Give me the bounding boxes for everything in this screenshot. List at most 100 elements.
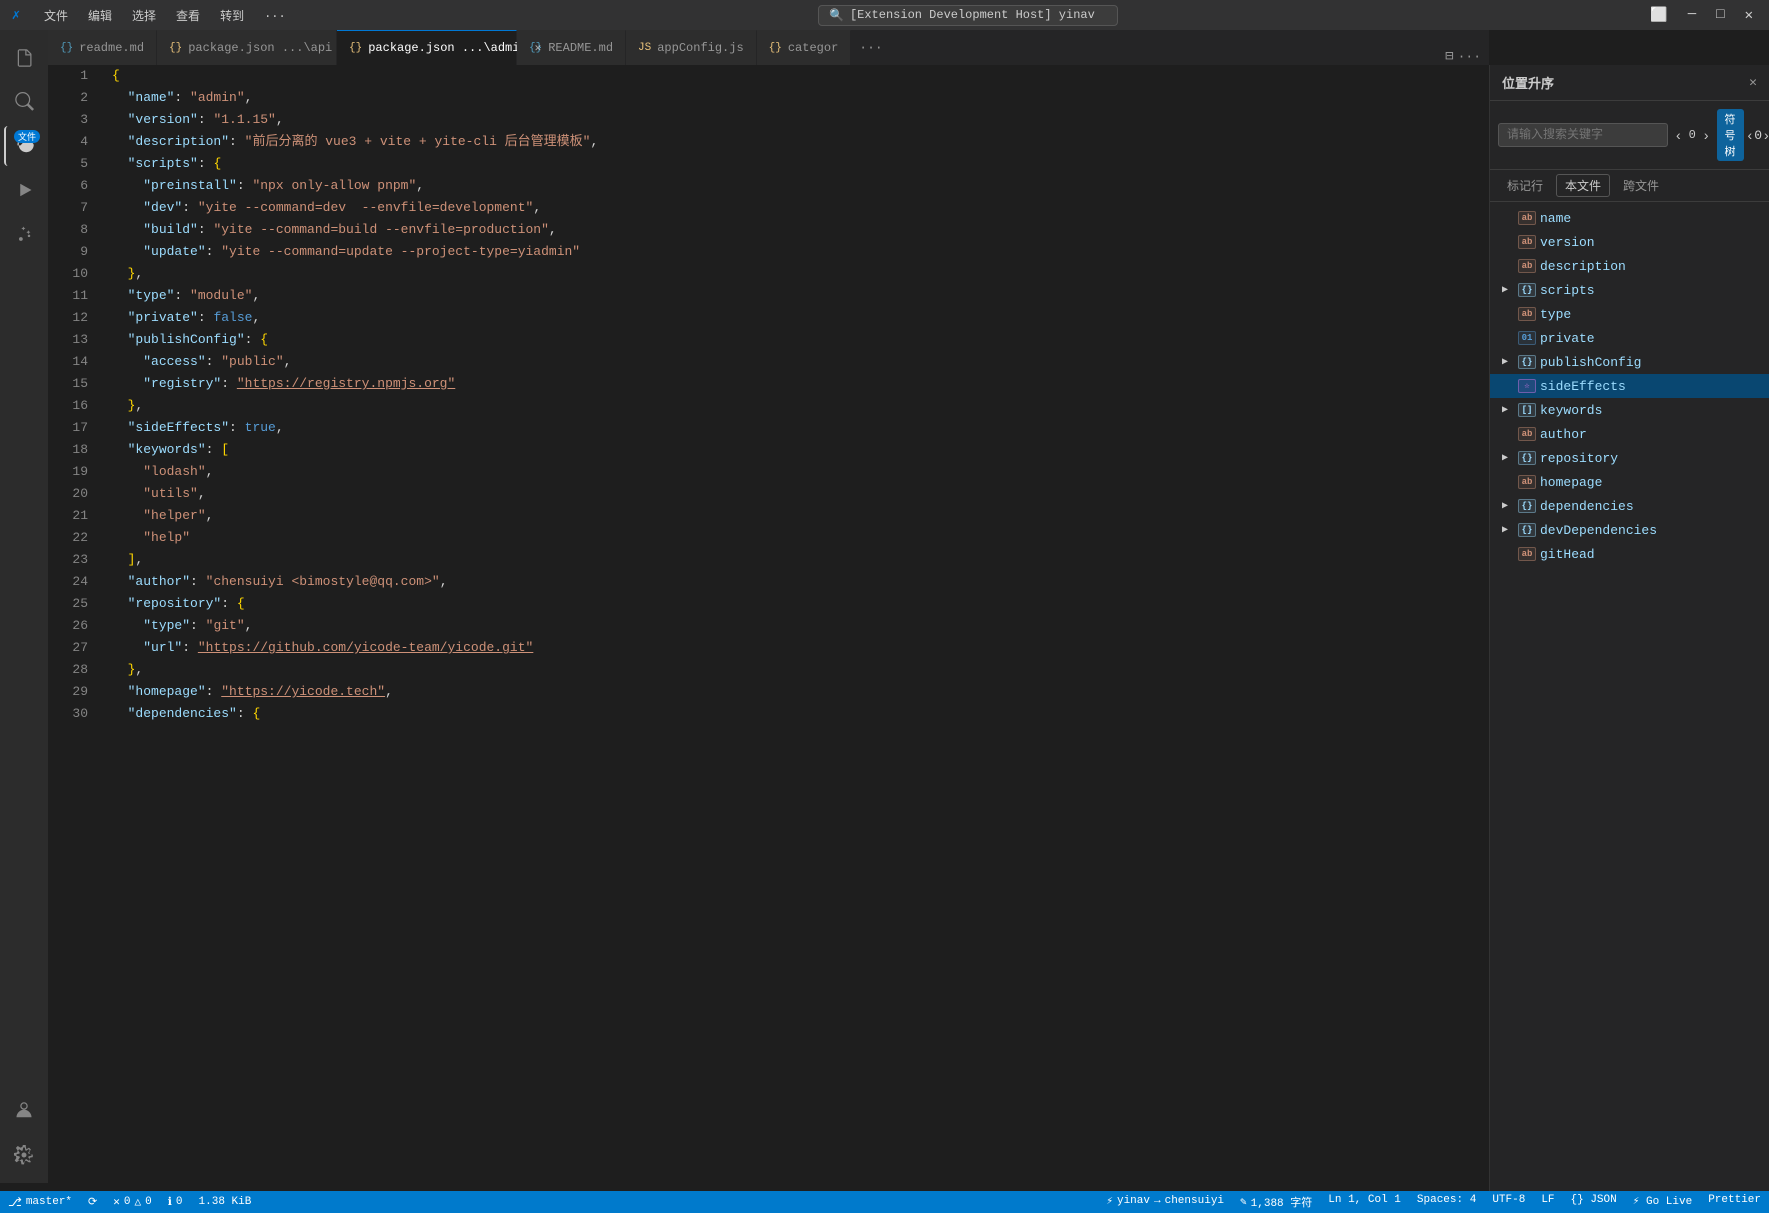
tree-label-description: description [1540, 259, 1626, 274]
tree-item-private[interactable]: 01private [1490, 326, 1769, 350]
more-actions-icon[interactable]: ··· [1458, 49, 1481, 64]
activity-source-control[interactable]: 文件 [4, 126, 44, 166]
right-panel-title: 位置升序 [1502, 73, 1554, 92]
tree-arrow-dependencies[interactable] [1502, 500, 1514, 512]
window-controls[interactable]: ⬜ ─ □ ✕ [1642, 5, 1761, 26]
menu-go[interactable]: 转到 [212, 5, 252, 26]
tree-item-dependencies[interactable]: {}dependencies [1490, 494, 1769, 518]
tree-label-sideEffects: sideEffects [1540, 379, 1626, 394]
status-branch[interactable]: ⎇ master* [0, 1191, 80, 1213]
tree-item-version[interactable]: abversion [1490, 230, 1769, 254]
search-nav-prev2[interactable]: ‹ [1748, 127, 1753, 143]
main-content: 12345 678910 1112131415 1617181920 21222… [48, 65, 1769, 1191]
title-search-box[interactable]: 🔍 [Extension Development Host] yinav [818, 5, 1118, 26]
code-line-17: "sideEffects": true, [112, 417, 1473, 439]
position-text: Ln 1, Col 1 [1328, 1194, 1401, 1206]
status-file-size[interactable]: 1.38 KiB [191, 1191, 260, 1213]
menu-view[interactable]: 查看 [168, 5, 208, 26]
right-panel-header: 位置升序 ✕ [1490, 65, 1769, 101]
tree-item-name[interactable]: abname [1490, 206, 1769, 230]
tab-package-admin-label: package.json ...\admin [368, 41, 526, 55]
status-errors[interactable]: ✕ 0 △ 0 [105, 1191, 159, 1213]
tree-item-author[interactable]: abauthor [1490, 422, 1769, 446]
tree-area[interactable]: abnameabversionabdescription{}scriptsabt… [1490, 202, 1769, 1191]
right-panel-search-input[interactable] [1498, 123, 1668, 147]
code-line-8: "build": "yite --command=build --envfile… [112, 219, 1473, 241]
tab-package-admin[interactable]: {} package.json ...\admin ✕ [337, 30, 517, 65]
activity-settings[interactable] [4, 1135, 44, 1175]
tree-arrow-publishConfig[interactable] [1502, 356, 1514, 368]
maximize-button[interactable]: □ [1708, 5, 1732, 26]
tree-item-description[interactable]: abdescription [1490, 254, 1769, 278]
menu-file[interactable]: 文件 [36, 5, 76, 26]
tree-item-sideEffects[interactable]: ☆sideEffects [1490, 374, 1769, 398]
search-nav: ‹ 0 › [1672, 125, 1713, 145]
tree-item-publishConfig[interactable]: {}publishConfig [1490, 350, 1769, 374]
code-line-1: { [112, 65, 1473, 87]
tree-arrow-devDependencies[interactable] [1502, 524, 1514, 536]
activity-account[interactable] [4, 1091, 44, 1131]
tree-item-repository[interactable]: {}repository [1490, 446, 1769, 470]
split-editor-icon[interactable]: ⊟ [1445, 48, 1453, 65]
tab-appconfig[interactable]: JS appConfig.js [626, 30, 757, 65]
status-language[interactable]: {} JSON [1563, 1194, 1625, 1206]
status-char-count[interactable]: ✎ 1,388 字符 [1232, 1194, 1320, 1210]
menu-edit[interactable]: 编辑 [80, 5, 120, 26]
close-button[interactable]: ✕ [1737, 5, 1761, 26]
tree-type-icon-devDependencies: {} [1518, 523, 1536, 537]
status-prettier[interactable]: Prettier [1700, 1194, 1769, 1206]
status-encoding[interactable]: UTF-8 [1484, 1194, 1533, 1206]
activity-search[interactable] [4, 82, 44, 122]
activity-bottom-items [4, 1091, 44, 1183]
tab-package-api[interactable]: {} package.json ...\api [157, 30, 337, 65]
tree-item-scripts[interactable]: {}scripts [1490, 278, 1769, 302]
tab-overflow-button[interactable]: ··· [851, 30, 890, 65]
tab-categor[interactable]: {} categor [757, 30, 852, 65]
status-position[interactable]: Ln 1, Col 1 [1320, 1194, 1409, 1206]
filter-cross-file[interactable]: 跨文件 [1614, 174, 1668, 197]
menu-selection[interactable]: 选择 [124, 5, 164, 26]
tree-item-keywords[interactable]: []keywords [1490, 398, 1769, 422]
menu-more[interactable]: ... [256, 5, 294, 26]
minimize-button[interactable]: ─ [1680, 5, 1704, 26]
code-line-6: "preinstall": "npx only-allow pnpm", [112, 175, 1473, 197]
tree-item-devDependencies[interactable]: {}devDependencies [1490, 518, 1769, 542]
search-type-button[interactable]: 符号树 [1717, 109, 1744, 161]
search-nav-prev[interactable]: ‹ [1672, 125, 1685, 145]
code-lines: { "name": "admin", "version": "1.1.15", … [96, 65, 1489, 1191]
code-line-23: ], [112, 549, 1473, 571]
search-nav-next2[interactable]: › [1764, 127, 1769, 143]
code-line-13: "publishConfig": { [112, 329, 1473, 351]
yinav-name: yinav [1117, 1195, 1150, 1207]
status-go-live[interactable]: ⚡ Go Live [1625, 1194, 1700, 1208]
activity-run[interactable] [4, 170, 44, 210]
search-nav-next[interactable]: › [1700, 125, 1713, 145]
activity-explorer[interactable] [4, 38, 44, 78]
menu-bar[interactable]: 文件 编辑 选择 查看 转到 ... [36, 5, 294, 26]
tree-item-type[interactable]: abtype [1490, 302, 1769, 326]
status-info[interactable]: ℹ 0 [160, 1191, 191, 1213]
editor-scroll[interactable]: 12345 678910 1112131415 1617181920 21222… [48, 65, 1489, 1191]
title-search-area: 🔍 [Extension Development Host] yinav [306, 5, 1631, 26]
filter-current-file[interactable]: 本文件 [1556, 174, 1610, 197]
status-line-ending[interactable]: LF [1533, 1194, 1562, 1206]
activity-extensions[interactable] [4, 214, 44, 254]
tree-item-homepage[interactable]: abhomepage [1490, 470, 1769, 494]
tab-readme[interactable]: {} readme.md [48, 30, 157, 65]
tab-package-admin-close[interactable]: ✕ [533, 40, 544, 56]
tree-arrow-scripts[interactable] [1502, 284, 1514, 296]
status-sync[interactable]: ⟳ [80, 1191, 105, 1213]
search-icon: 🔍 [829, 8, 844, 23]
tree-type-icon-repository: {} [1518, 451, 1536, 465]
layout-icon[interactable]: ⬜ [1642, 5, 1675, 26]
status-spaces[interactable]: Spaces: 4 [1409, 1194, 1484, 1206]
right-panel-close-icon[interactable]: ✕ [1749, 75, 1757, 90]
filter-mark-line[interactable]: 标记行 [1498, 174, 1552, 197]
warning-icon: △ [135, 1195, 142, 1209]
status-yinav[interactable]: ⚡ yinav → chensuiyi [1098, 1194, 1232, 1208]
code-line-28: }, [112, 659, 1473, 681]
tree-item-gitHead[interactable]: abgitHead [1490, 542, 1769, 566]
tree-arrow-repository[interactable] [1502, 452, 1514, 464]
right-panel: 位置升序 ✕ ‹ 0 › 符号树 ‹ 0 › 标记行 本文件 跨文件 abnam… [1489, 65, 1769, 1191]
tree-arrow-keywords[interactable] [1502, 404, 1514, 416]
